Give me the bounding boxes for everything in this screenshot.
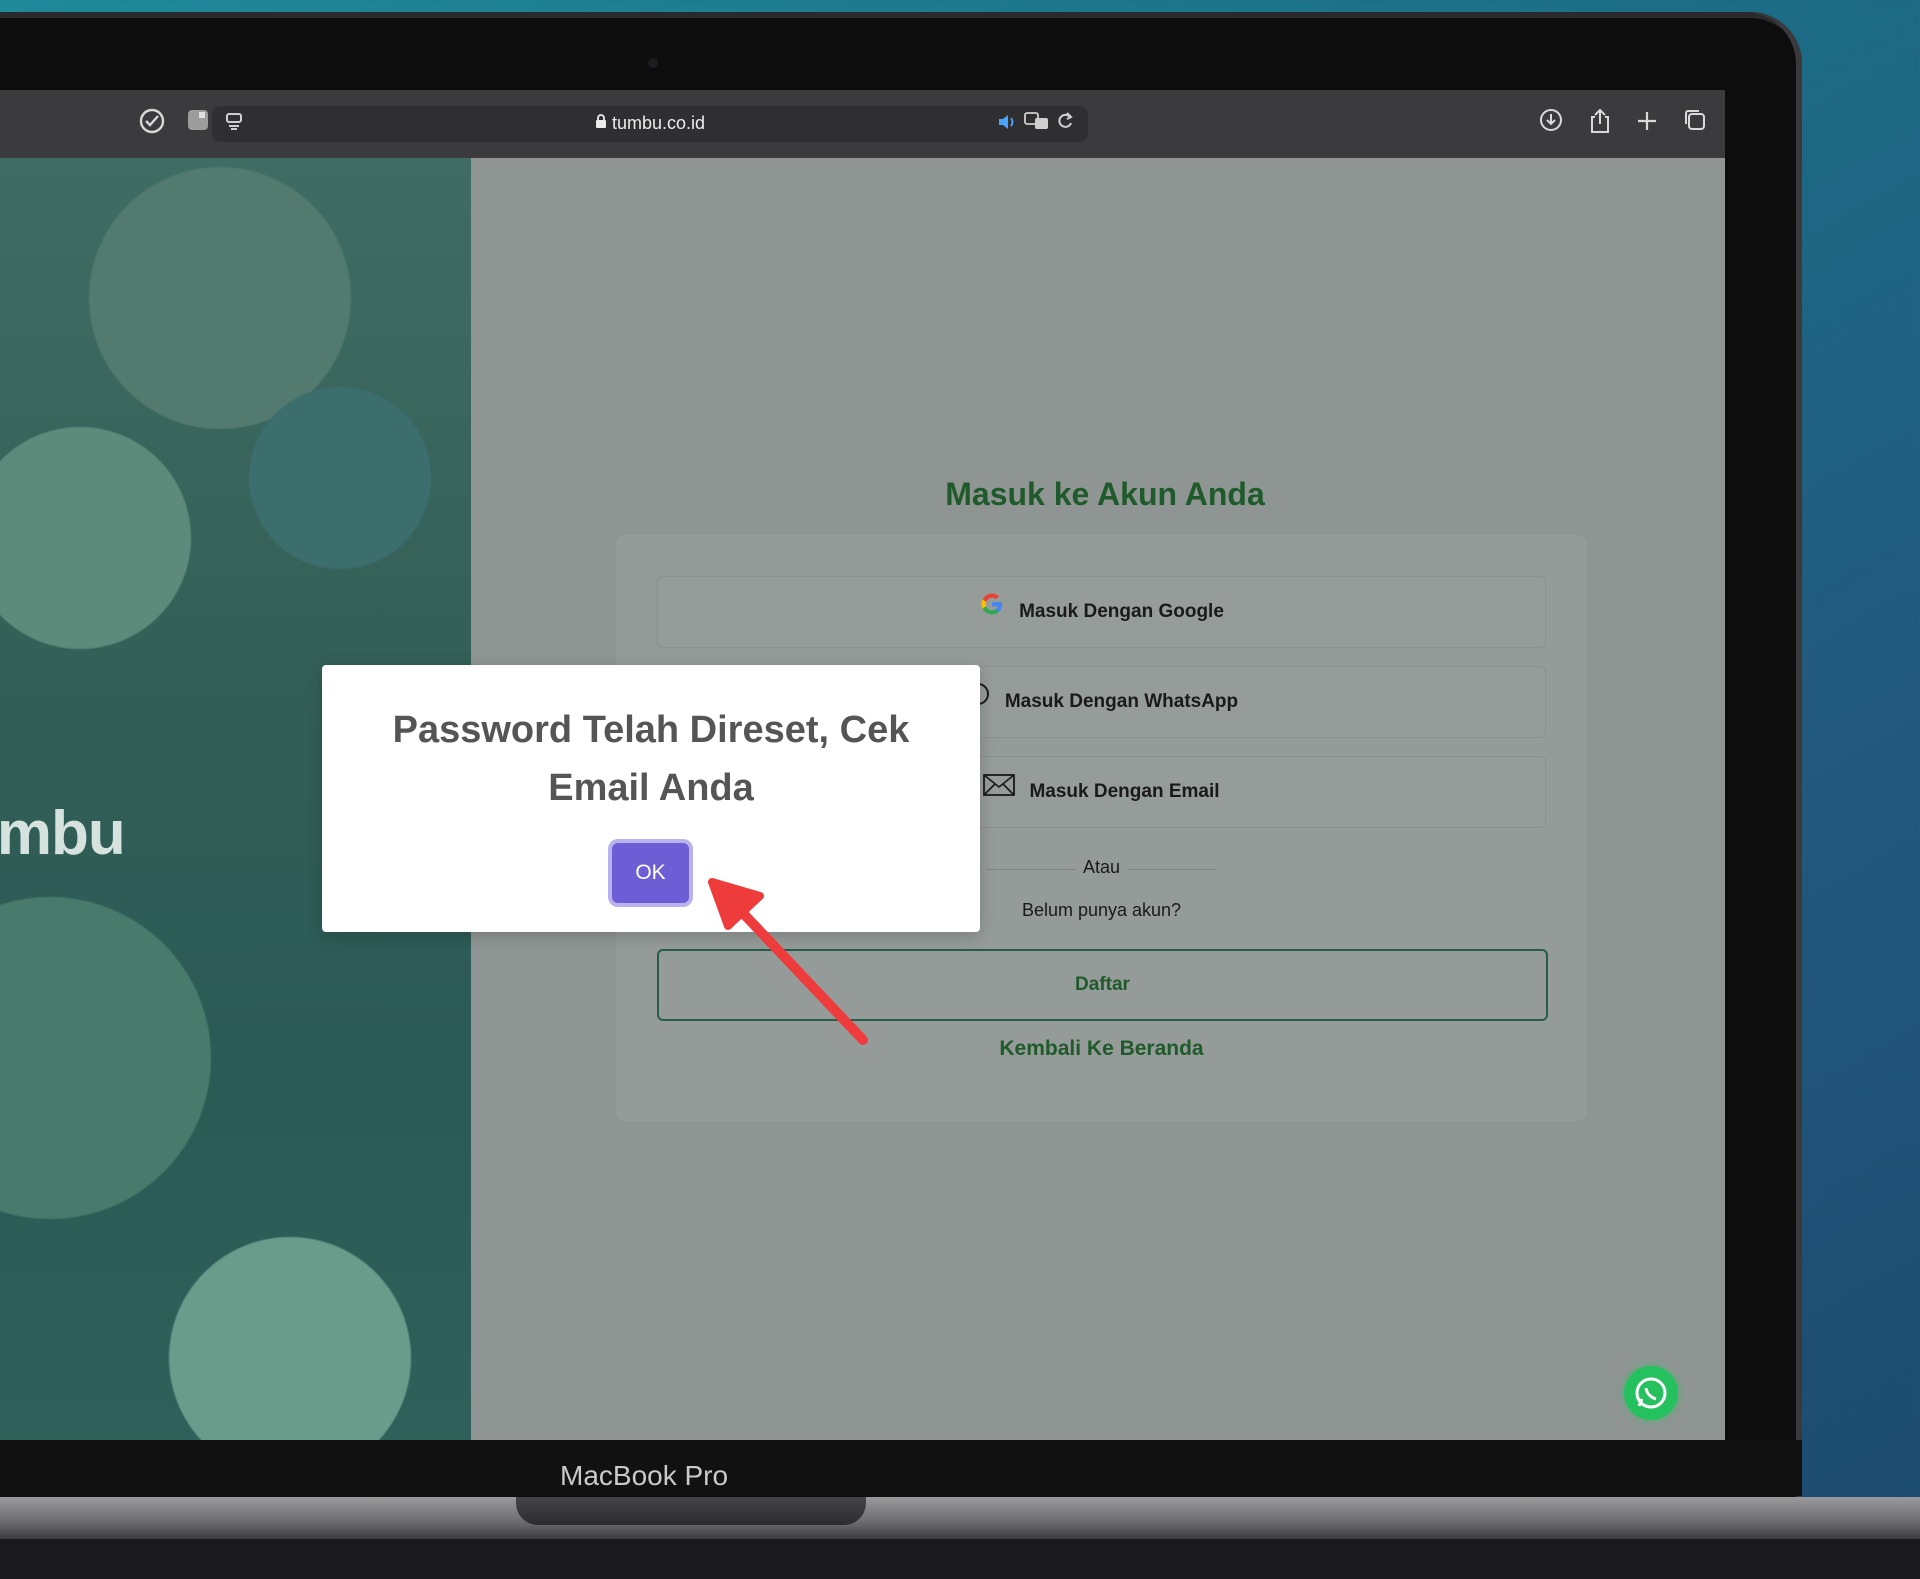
device-brand: MacBook Pro xyxy=(560,1460,729,1491)
screen: tumbu.co.id mbu Masuk ke Akun Anda Masuk… xyxy=(0,90,1725,1442)
annotation-arrow xyxy=(708,878,868,1045)
laptop-lid: tumbu.co.id mbu Masuk ke Akun Anda Masuk… xyxy=(0,12,1802,1497)
laptop-chin xyxy=(0,1440,1802,1496)
camera xyxy=(648,58,658,68)
laptop-notch xyxy=(516,1497,866,1525)
floor xyxy=(0,1539,1920,1579)
laptop-base xyxy=(0,1497,1920,1539)
